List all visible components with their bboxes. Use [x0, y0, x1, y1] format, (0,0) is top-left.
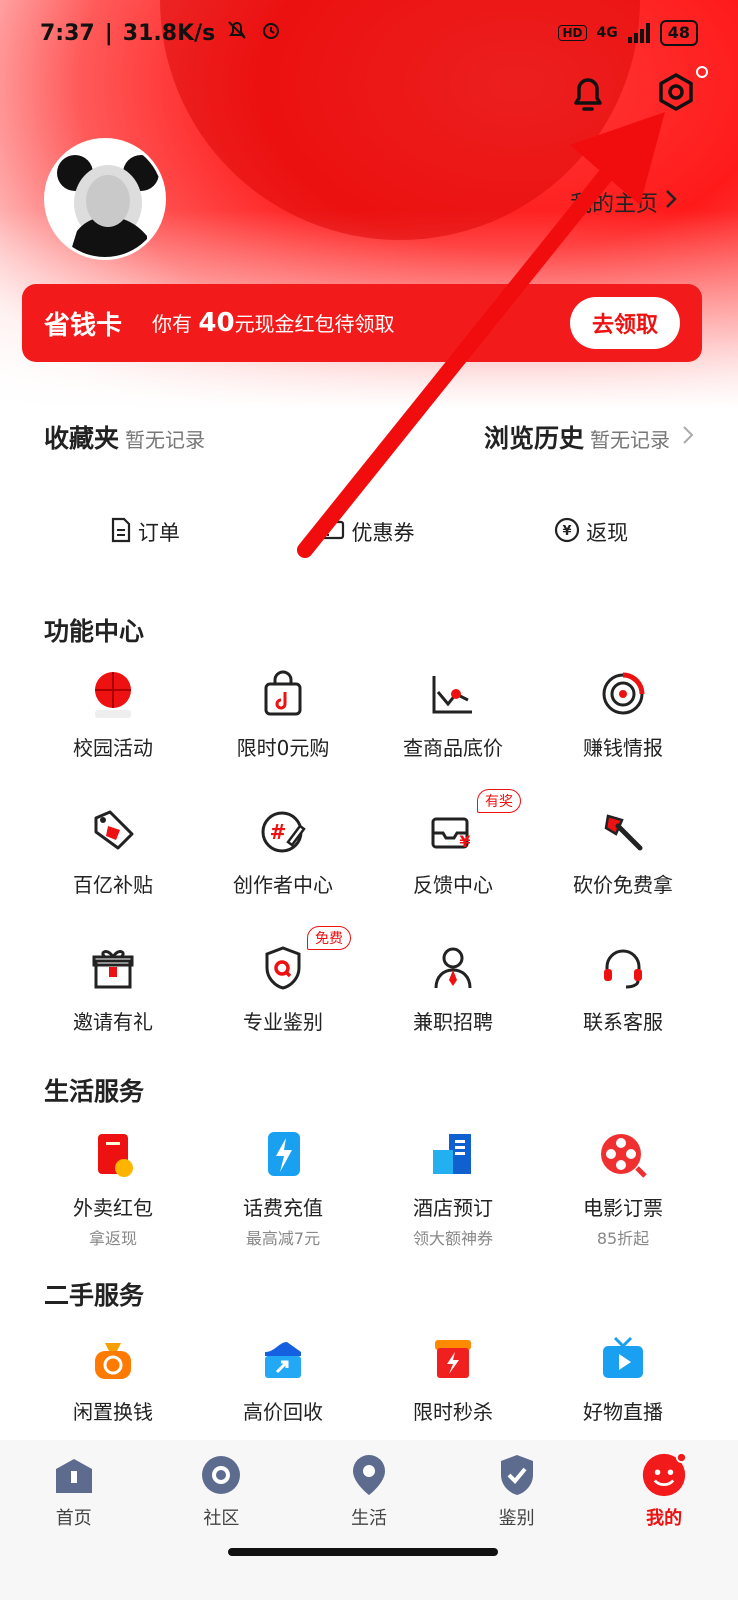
headset-icon	[593, 938, 653, 998]
yuan-circle-icon: ¥	[554, 517, 580, 548]
location-pin-icon	[346, 1452, 392, 1498]
tv-play-icon	[593, 1328, 653, 1388]
feedback-inbox-icon: ¥ 有奖	[423, 789, 521, 861]
coupons-link[interactable]: 优惠券	[319, 517, 414, 547]
home-icon	[51, 1452, 97, 1498]
grid-item-recycle[interactable]: 高价回收	[198, 1328, 368, 1425]
grid-item-phone-recharge[interactable]: 话费充值 最高减7元	[198, 1124, 368, 1249]
grid-item-movie-tickets[interactable]: 电影订票 85折起	[538, 1124, 708, 1249]
grid-item-hotel-booking[interactable]: 酒店预订 领大额神券	[368, 1124, 538, 1249]
signal-icon	[627, 23, 650, 43]
life-services-grid: 外卖红包 拿返现 话费充值 最高减7元 酒店预订 领大额神券 电影订票 85折起	[28, 1124, 708, 1249]
hotel-building-icon	[423, 1124, 483, 1184]
tab-life[interactable]: 生活	[309, 1452, 429, 1600]
life-services-title: 生活服务	[44, 1077, 145, 1106]
saving-card[interactable]: 省钱卡 你有 40元现金红包待领取 去领取	[22, 284, 702, 362]
saving-card-title: 省钱卡	[44, 310, 123, 341]
quick-links: 订单 优惠券 ¥ 返现	[0, 510, 738, 554]
grid-item-bargain[interactable]: 砍价免费拿	[538, 801, 708, 898]
person-tie-icon	[423, 938, 483, 998]
status-bar: 7:37 | 31.8K/s HD 4G 48	[0, 0, 738, 66]
sneaker-box-icon	[253, 1328, 313, 1388]
second-hand-grid: 闲置换钱 高价回收 限时秒杀 好物直播	[28, 1328, 708, 1425]
grid-item-flash-sale[interactable]: 限时秒杀	[368, 1328, 538, 1425]
basketball-icon	[83, 664, 143, 724]
grid-item-creator-center[interactable]: # 创作者中心	[198, 801, 368, 898]
money-bag-icon	[83, 1328, 143, 1388]
claim-button[interactable]: 去领取	[569, 297, 680, 349]
grid-item-money-intel[interactable]: 赚钱情报	[538, 664, 708, 761]
gear-icon[interactable]	[654, 66, 708, 114]
grid-item-part-time-jobs[interactable]: 兼职招聘	[368, 938, 538, 1035]
grid-item-sell-idle[interactable]: 闲置换钱	[28, 1328, 198, 1425]
profile-face-icon	[641, 1452, 688, 1498]
price-chart-icon	[423, 664, 483, 724]
grid-item-campus-activity[interactable]: 校园活动	[28, 664, 198, 761]
axe-icon	[593, 801, 653, 861]
avatar[interactable]	[44, 138, 166, 260]
gift-icon	[83, 938, 143, 998]
alarm-icon	[259, 18, 283, 48]
notification-dot	[696, 66, 708, 78]
shopping-bag-icon	[253, 664, 313, 724]
home-indicator	[228, 1548, 498, 1556]
feedback-badge: 有奖	[477, 789, 521, 813]
bottom-nav: 首页 社区 生活 鉴别 我的	[0, 1440, 738, 1600]
grid-item-feedback[interactable]: ¥ 有奖 反馈中心	[368, 789, 538, 898]
favorites-row: 收藏夹 暂无记录 浏览历史 暂无记录	[0, 412, 738, 462]
function-center-grid: 校园活动 限时0元购 查商品底价 赚钱情报 百亿补贴 # 创作者中心 ¥ 有奖 …	[28, 664, 708, 1035]
grid-item-customer-service[interactable]: 联系客服	[538, 938, 708, 1035]
history-link[interactable]: 浏览历史 暂无记录	[484, 419, 670, 455]
saving-card-text: 你有 40元现金红包待领取	[152, 308, 395, 338]
favorites-link[interactable]: 收藏夹 暂无记录	[44, 419, 205, 455]
function-center-title: 功能中心	[44, 617, 145, 646]
svg-text:¥: ¥	[563, 524, 572, 539]
community-icon	[198, 1452, 244, 1498]
grid-item-takeout-coupon[interactable]: 外卖红包 拿返现	[28, 1124, 198, 1249]
document-icon	[110, 517, 132, 548]
grid-item-zero-yuan-buy[interactable]: 限时0元购	[198, 664, 368, 761]
my-homepage-link[interactable]: 我的主页	[570, 186, 678, 218]
chevron-right-icon	[682, 425, 694, 449]
orders-link[interactable]: 订单	[110, 517, 180, 548]
shield-search-icon: 免费	[253, 926, 351, 998]
film-reel-icon	[593, 1124, 653, 1184]
grid-item-authentication[interactable]: 免费 专业鉴别	[198, 926, 368, 1035]
price-tag-icon	[83, 801, 143, 861]
pencil-hash-icon: #	[253, 801, 313, 861]
grid-item-invite[interactable]: 邀请有礼	[28, 938, 198, 1035]
chevron-right-icon	[664, 188, 678, 216]
status-time: 7:37	[40, 20, 95, 46]
battery-icon: 48	[659, 20, 698, 46]
grid-item-live-stream[interactable]: 好物直播	[538, 1328, 708, 1425]
status-speed: 31.8K/s	[122, 20, 216, 46]
second-hand-title: 二手服务	[44, 1281, 145, 1310]
header-actions	[566, 66, 708, 114]
tab-authentication[interactable]: 鉴别	[457, 1452, 577, 1600]
svg-text:#: #	[270, 820, 287, 844]
hd-icon: HD	[558, 25, 587, 41]
grid-item-subsidy[interactable]: 百亿补贴	[28, 801, 198, 898]
flash-box-icon	[423, 1328, 483, 1388]
lightning-phone-icon	[253, 1124, 313, 1184]
tab-home[interactable]: 首页	[14, 1452, 134, 1600]
target-icon	[593, 664, 653, 724]
bell-icon[interactable]	[566, 70, 610, 114]
grid-item-price-check[interactable]: 查商品底价	[368, 664, 538, 761]
mute-icon	[225, 18, 249, 48]
tab-community[interactable]: 社区	[161, 1452, 281, 1600]
cashback-link[interactable]: ¥ 返现	[554, 517, 628, 548]
red-envelope-icon	[83, 1124, 143, 1184]
svg-text:¥: ¥	[459, 832, 470, 851]
shield-check-icon	[494, 1452, 540, 1498]
authentication-badge: 免费	[307, 926, 351, 950]
coupon-icon	[319, 519, 345, 546]
tab-profile[interactable]: 我的	[604, 1452, 724, 1600]
network-type: 4G	[596, 25, 618, 41]
